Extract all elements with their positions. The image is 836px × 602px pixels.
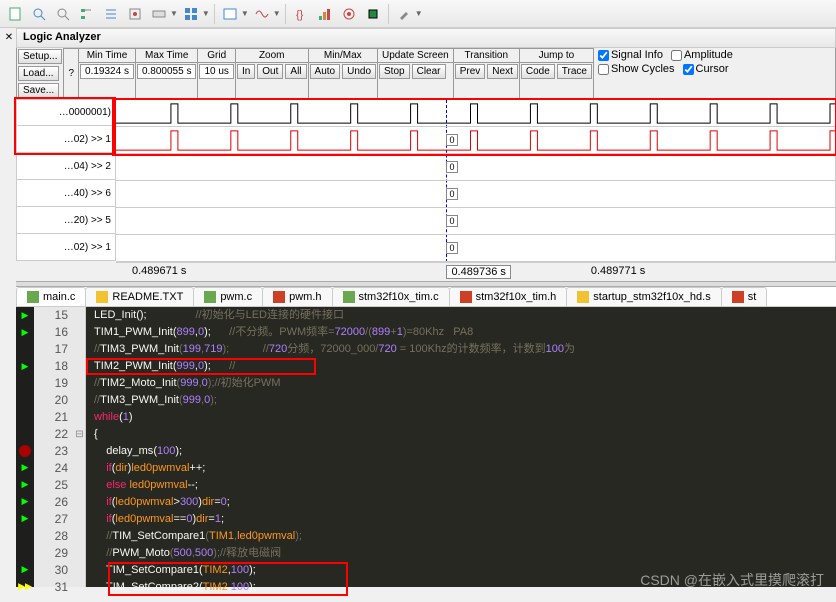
update-screen-label: Update Screen — [378, 48, 453, 63]
signal-name-row[interactable]: …02) >> 1 — [16, 126, 116, 153]
min-time-value: 0.19324 s — [80, 64, 134, 79]
signal-name-row[interactable]: …0000001) — [16, 99, 116, 126]
transition-next-button[interactable]: Next — [487, 64, 518, 79]
grid-value: 10 us — [199, 64, 233, 79]
chevron-down-icon[interactable]: ▼ — [241, 9, 249, 18]
jump-to-label: Jump to — [520, 48, 593, 63]
logic-analyzer-controls: Setup... Load... Save... ? Min Time 0.19… — [16, 48, 836, 99]
waveform-row: 0 — [116, 181, 835, 208]
tab-readme[interactable]: README.TXT — [85, 287, 194, 306]
toolbar-separator — [285, 4, 286, 24]
signal-name-column: …0000001) …02) >> 1 …04) >> 2 …40) >> 6 … — [16, 99, 116, 263]
signal-value-badge: 0 — [446, 242, 458, 254]
minmax-undo-button[interactable]: Undo — [342, 64, 376, 79]
grid-label: Grid — [198, 48, 234, 63]
waveform-row: 0 — [116, 208, 835, 235]
toolbar-btn-target[interactable] — [338, 3, 360, 25]
signal-name-row[interactable]: …40) >> 6 — [16, 180, 116, 207]
logic-analyzer-title: Logic Analyzer — [16, 28, 836, 48]
signal-value-badge: 0 — [446, 161, 458, 173]
waveform-row — [116, 100, 835, 127]
editor-tabs: main.c README.TXT pwm.c pwm.h stm32f10x_… — [16, 287, 836, 307]
signal-name-row[interactable]: …02) >> 1 — [16, 234, 116, 261]
toolbar-btn-brace[interactable]: {} — [290, 3, 312, 25]
timeline: 0.489671 s 0.489736 s 0.489771 s — [132, 263, 836, 281]
load-button[interactable]: Load... — [18, 66, 59, 81]
setup-button[interactable]: Setup... — [18, 49, 62, 64]
amplitude-checkbox[interactable]: Amplitude — [667, 48, 737, 62]
signal-value-badge: 0 — [446, 134, 458, 146]
tab-st[interactable]: st — [721, 287, 768, 306]
waveform-row: 0 — [116, 235, 835, 262]
toolbar-btn-toggle[interactable] — [148, 3, 170, 25]
toolbar-btn-settings[interactable] — [124, 3, 146, 25]
waveform-row: 0 — [116, 154, 835, 181]
toolbar-btn-chip[interactable] — [362, 3, 384, 25]
toolbar-btn-tree[interactable] — [76, 3, 98, 25]
toolbar-btn-grid[interactable] — [180, 3, 202, 25]
toolbar-btn-tool[interactable] — [393, 3, 415, 25]
zoom-out-button[interactable]: Out — [257, 64, 283, 79]
timeline-right: 0.489771 s — [591, 265, 645, 279]
signal-name-row[interactable]: …20) >> 5 — [16, 207, 116, 234]
max-time-value: 0.800055 s — [137, 64, 197, 79]
tab-tim-c[interactable]: stm32f10x_tim.c — [332, 287, 450, 306]
toolbar-btn-find[interactable] — [52, 3, 74, 25]
code-content[interactable]: LED_Init(); //初始化与LED连接的硬件接口TIM1_PWM_Ini… — [86, 307, 836, 587]
min-time-label: Min Time — [79, 48, 135, 63]
minmax-auto-button[interactable]: Auto — [310, 64, 341, 79]
toolbar-btn-window[interactable] — [219, 3, 241, 25]
tab-pwm-h[interactable]: pwm.h — [262, 287, 332, 306]
tab-pwm-c[interactable]: pwm.c — [193, 287, 263, 306]
toolbar-btn-list[interactable] — [100, 3, 122, 25]
svg-text:{}: {} — [296, 9, 304, 21]
timeline-left: 0.489671 s — [132, 265, 186, 279]
chevron-down-icon[interactable]: ▼ — [415, 9, 423, 18]
tab-startup[interactable]: startup_stm32f10x_hd.s — [566, 287, 721, 306]
help-button[interactable]: ? — [64, 48, 78, 99]
zoom-in-button[interactable]: In — [237, 64, 255, 79]
toolbar-separator — [388, 4, 389, 24]
line-numbers: 1516171819202122232425262728293031 — [34, 307, 74, 587]
update-stop-button[interactable]: Stop — [379, 64, 410, 79]
fold-column: ⊟ — [74, 307, 86, 587]
zoom-label: Zoom — [236, 48, 308, 63]
waveform-canvas[interactable]: 0 0 0 0 0 — [116, 99, 836, 263]
signal-value-badge: 0 — [446, 188, 458, 200]
signal-value-badge: 0 — [446, 215, 458, 227]
toolbar-separator — [214, 4, 215, 24]
gutter-marks: ▶▶▶▶▶▶▶▶▶▶ — [16, 307, 34, 587]
toolbar-btn-search[interactable] — [28, 3, 50, 25]
jump-code-button[interactable]: Code — [521, 64, 555, 79]
max-time-label: Max Time — [136, 48, 198, 63]
chevron-down-icon[interactable]: ▼ — [170, 9, 178, 18]
save-button[interactable]: Save... — [18, 83, 59, 98]
tab-main-c[interactable]: main.c — [16, 287, 86, 306]
jump-trace-button[interactable]: Trace — [557, 64, 592, 79]
cursor-checkbox[interactable]: Cursor — [679, 62, 733, 76]
close-panel-button[interactable]: ✕ — [2, 30, 16, 44]
zoom-all-button[interactable]: All — [285, 64, 306, 79]
show-cycles-checkbox[interactable]: Show Cycles — [594, 62, 679, 76]
transition-label: Transition — [454, 48, 519, 63]
update-clear-button[interactable]: Clear — [412, 64, 446, 79]
transition-prev-button[interactable]: Prev — [455, 64, 486, 79]
waveform-row: 0 — [116, 127, 835, 154]
main-toolbar: ▼ ▼ ▼ ▼ {} ▼ — [0, 0, 836, 28]
code-editor[interactable]: ▶▶▶▶▶▶▶▶▶▶ 15161718192021222324252627282… — [16, 307, 836, 587]
tab-tim-h[interactable]: stm32f10x_tim.h — [449, 287, 568, 306]
signal-info-checkbox[interactable]: Signal Info — [594, 48, 667, 62]
waveform-area: …0000001) …02) >> 1 …04) >> 2 …40) >> 6 … — [16, 99, 836, 281]
minmax-label: Min/Max — [309, 48, 377, 63]
chevron-down-icon[interactable]: ▼ — [202, 9, 210, 18]
timeline-cursor: 0.489736 s — [446, 265, 510, 279]
toolbar-btn-wave[interactable] — [251, 3, 273, 25]
toolbar-btn-doc[interactable] — [4, 3, 26, 25]
chevron-down-icon[interactable]: ▼ — [273, 9, 281, 18]
signal-name-row[interactable]: …04) >> 2 — [16, 153, 116, 180]
toolbar-btn-spectrum[interactable] — [314, 3, 336, 25]
